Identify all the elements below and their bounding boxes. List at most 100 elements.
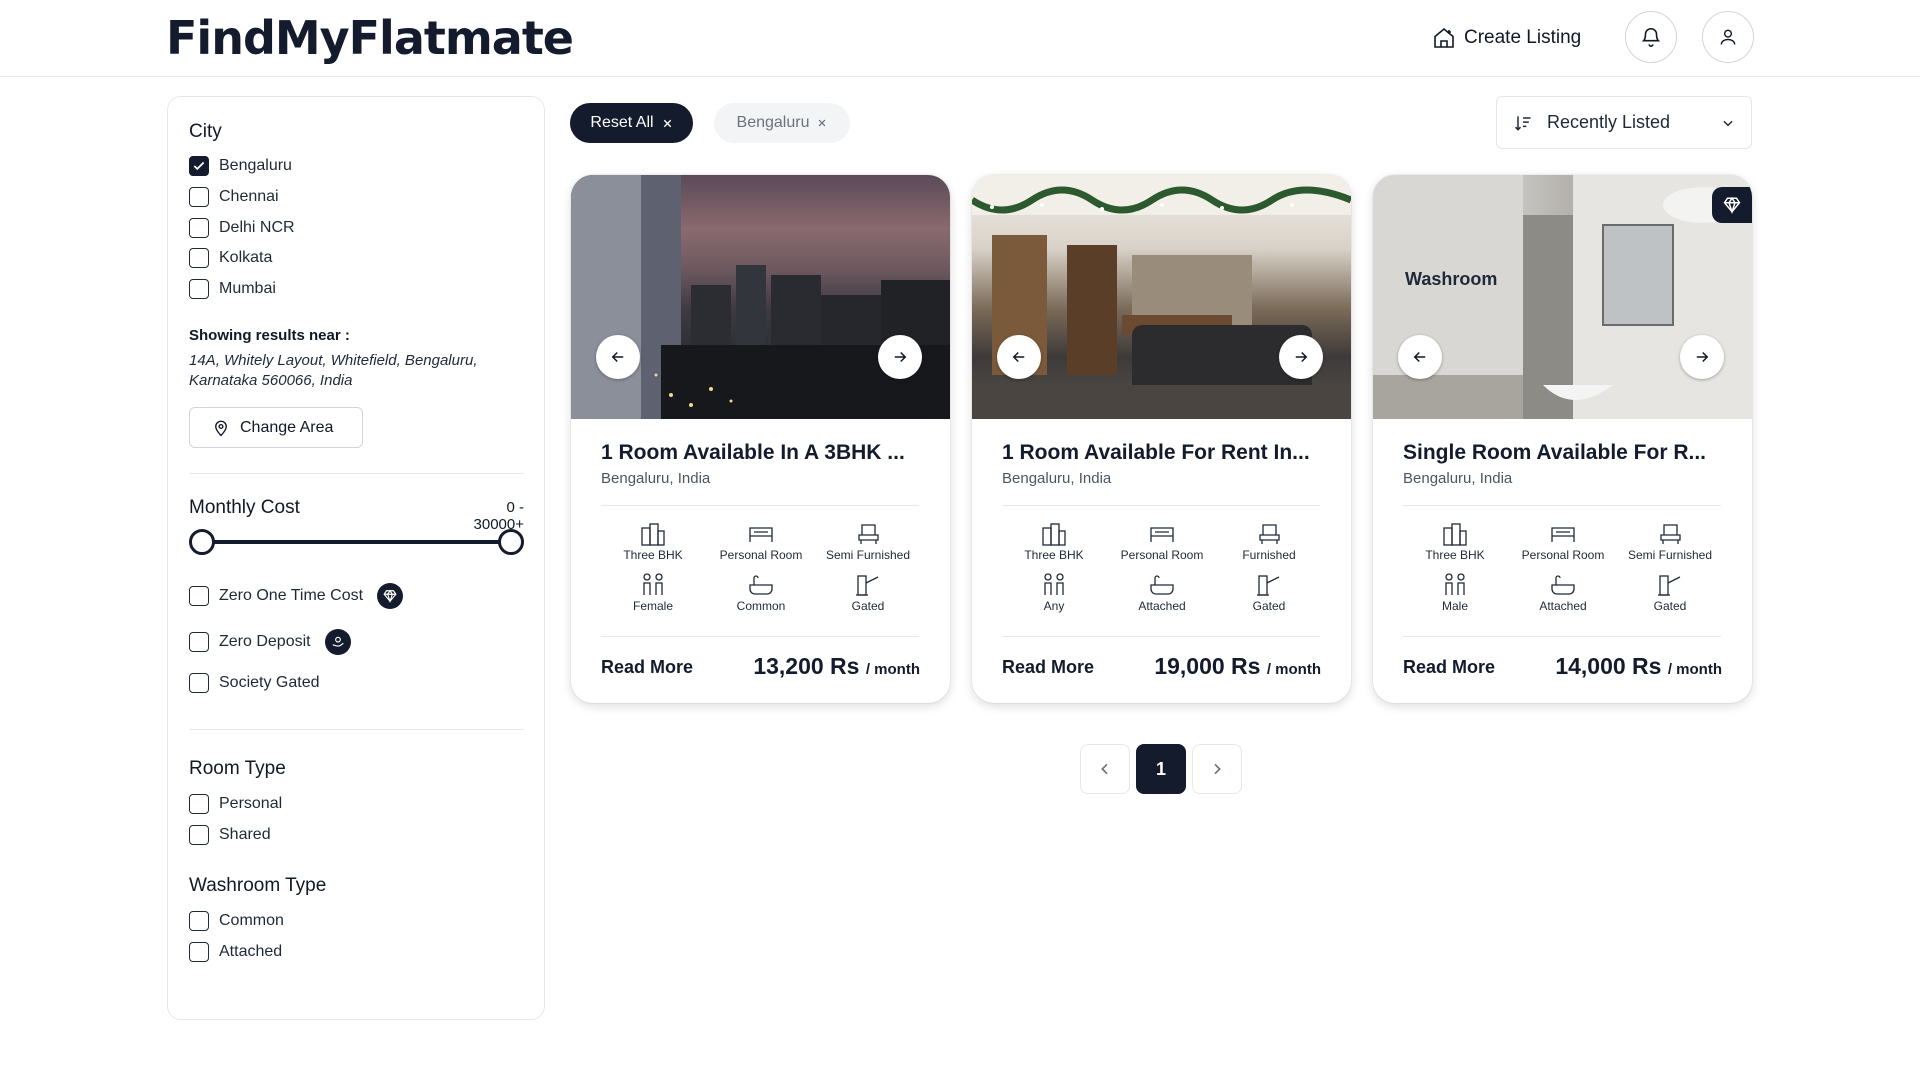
zero-one-time-cost-checkbox[interactable]: Zero One Time Cost bbox=[189, 583, 404, 609]
city-filter-chip[interactable]: Bengaluru bbox=[714, 103, 850, 143]
gate-icon bbox=[1658, 575, 1681, 596]
feature-room: Personal Room bbox=[1508, 522, 1618, 562]
filter-sidebar: City Bengaluru Chennai Delhi NCR Kolkata… bbox=[167, 96, 545, 1020]
feature-label: Attached bbox=[1138, 599, 1186, 613]
price-period: / month bbox=[1667, 661, 1722, 678]
feature-washroom: Attached bbox=[1107, 573, 1217, 613]
cost-slider-max-thumb[interactable] bbox=[498, 529, 524, 555]
image-caption: Washroom bbox=[1405, 269, 1498, 289]
checkbox-label: Zero One Time Cost bbox=[219, 587, 364, 604]
divider bbox=[1002, 505, 1320, 506]
feature-label: Common bbox=[736, 599, 786, 613]
divider bbox=[189, 729, 524, 730]
pagination-page-button[interactable]: 1 bbox=[1136, 744, 1186, 794]
listing-title[interactable]: Single Room Available For R... bbox=[1403, 441, 1723, 465]
image-next-button[interactable] bbox=[1279, 335, 1323, 379]
near-address: 14A, Whitely Layout, Whitefield, Bengalu… bbox=[189, 352, 478, 389]
image-next-button[interactable] bbox=[1680, 335, 1724, 379]
checkbox-label: Shared bbox=[219, 826, 271, 843]
feature-label: Personal Room bbox=[1120, 548, 1204, 562]
cost-slider-track[interactable] bbox=[202, 540, 512, 544]
close-icon[interactable] bbox=[662, 118, 673, 129]
checkbox[interactable] bbox=[189, 794, 209, 814]
city-checkbox-kolkata[interactable]: Kolkata bbox=[189, 247, 272, 269]
profile-button[interactable] bbox=[1702, 11, 1754, 63]
washroom-type-title: Washroom Type bbox=[189, 875, 327, 896]
listing-title[interactable]: 1 Room Available In A 3BHK ... bbox=[601, 441, 921, 465]
city-checkbox-delhi-ncr[interactable]: Delhi NCR bbox=[189, 217, 295, 239]
cost-slider-min-thumb[interactable] bbox=[189, 529, 215, 555]
feature-label: Attached bbox=[1539, 599, 1587, 613]
pagination-prev-button[interactable] bbox=[1080, 744, 1130, 794]
image-prev-button[interactable] bbox=[1398, 335, 1442, 379]
close-icon[interactable] bbox=[817, 118, 827, 128]
reset-all-chip[interactable]: Reset All bbox=[570, 103, 693, 143]
feature-society: Gated bbox=[1214, 573, 1324, 613]
premium-tag bbox=[1712, 187, 1752, 223]
washroom-photo bbox=[1373, 175, 1752, 419]
checkbox[interactable] bbox=[189, 942, 209, 962]
city-checkbox-bengaluru[interactable]: Bengaluru bbox=[189, 155, 292, 177]
society-gated-checkbox[interactable]: Society Gated bbox=[189, 672, 320, 694]
user-icon bbox=[1720, 29, 1736, 45]
checkbox[interactable] bbox=[189, 156, 209, 176]
checkbox[interactable] bbox=[189, 911, 209, 931]
image-next-button[interactable] bbox=[878, 335, 922, 379]
checkbox[interactable] bbox=[189, 825, 209, 845]
city-checkbox-chennai[interactable]: Chennai bbox=[189, 186, 279, 208]
notifications-button[interactable] bbox=[1625, 11, 1677, 63]
zero-deposit-checkbox[interactable]: Zero Deposit bbox=[189, 629, 351, 655]
washroom-attached-checkbox[interactable]: Attached bbox=[189, 941, 282, 963]
reset-all-label: Reset All bbox=[590, 114, 654, 131]
checkbox-label: Society Gated bbox=[219, 674, 320, 691]
image-prev-button[interactable] bbox=[596, 335, 640, 379]
create-listing-button[interactable]: Create Listing bbox=[1432, 18, 1581, 58]
checkbox-label: Delhi NCR bbox=[219, 219, 295, 236]
feature-gender: Any bbox=[999, 573, 1109, 613]
pagination-next-button[interactable] bbox=[1192, 744, 1242, 794]
price-value: 13,200 Rs bbox=[753, 653, 860, 679]
washroom-common-checkbox[interactable]: Common bbox=[189, 910, 284, 932]
room-type-title: Room Type bbox=[189, 758, 286, 779]
price-value: 14,000 Rs bbox=[1555, 653, 1662, 679]
checkbox[interactable] bbox=[189, 218, 209, 238]
checkbox[interactable] bbox=[189, 187, 209, 207]
checkbox-label: Bengaluru bbox=[219, 157, 292, 174]
listing-price: 14,000 Rs / month bbox=[1555, 653, 1722, 680]
read-more-link[interactable]: Read More bbox=[1403, 657, 1495, 678]
feature-bhk: Three BHK bbox=[598, 522, 708, 562]
city-checkbox-mumbai[interactable]: Mumbai bbox=[189, 278, 276, 300]
feature-label: Gated bbox=[851, 599, 885, 613]
feature-furnishing: Furnished bbox=[1214, 522, 1324, 562]
room-type-shared-checkbox[interactable]: Shared bbox=[189, 824, 271, 846]
sort-dropdown[interactable]: Recently Listed bbox=[1496, 96, 1752, 149]
arrow-right-icon bbox=[894, 351, 907, 363]
listing-title[interactable]: 1 Room Available For Rent In... bbox=[1002, 441, 1322, 465]
people-icon bbox=[1044, 573, 1064, 595]
room-type-personal-checkbox[interactable]: Personal bbox=[189, 793, 282, 815]
feature-label: Furnished bbox=[1242, 548, 1296, 562]
checkbox[interactable] bbox=[189, 673, 209, 693]
listing-card[interactable]: 1 Room Available For Rent In... Bengalur… bbox=[972, 175, 1351, 703]
listing-card[interactable]: 1 Room Available In A 3BHK ... Bengaluru… bbox=[571, 175, 950, 703]
checkbox[interactable] bbox=[189, 248, 209, 268]
change-area-button[interactable]: Change Area bbox=[189, 407, 363, 448]
image-prev-button[interactable] bbox=[997, 335, 1041, 379]
read-more-link[interactable]: Read More bbox=[601, 657, 693, 678]
logo[interactable]: FindMyFlatmate bbox=[166, 12, 574, 64]
listing-card[interactable]: Washroom Single Room Available For R... … bbox=[1373, 175, 1752, 703]
checkbox[interactable] bbox=[189, 632, 209, 652]
checkbox[interactable] bbox=[189, 586, 209, 606]
city-title: City bbox=[189, 121, 222, 142]
feature-society: Gated bbox=[813, 573, 923, 613]
feature-bhk: Three BHK bbox=[1400, 522, 1510, 562]
building-icon bbox=[1443, 523, 1467, 546]
read-more-link[interactable]: Read More bbox=[1002, 657, 1094, 678]
bed-icon bbox=[749, 527, 773, 542]
divider bbox=[601, 505, 919, 506]
money-hand-icon bbox=[332, 636, 344, 647]
bell-icon bbox=[1641, 28, 1661, 47]
chair-icon bbox=[1660, 524, 1681, 544]
checkbox[interactable] bbox=[189, 279, 209, 299]
listing-price: 19,000 Rs / month bbox=[1154, 653, 1321, 680]
